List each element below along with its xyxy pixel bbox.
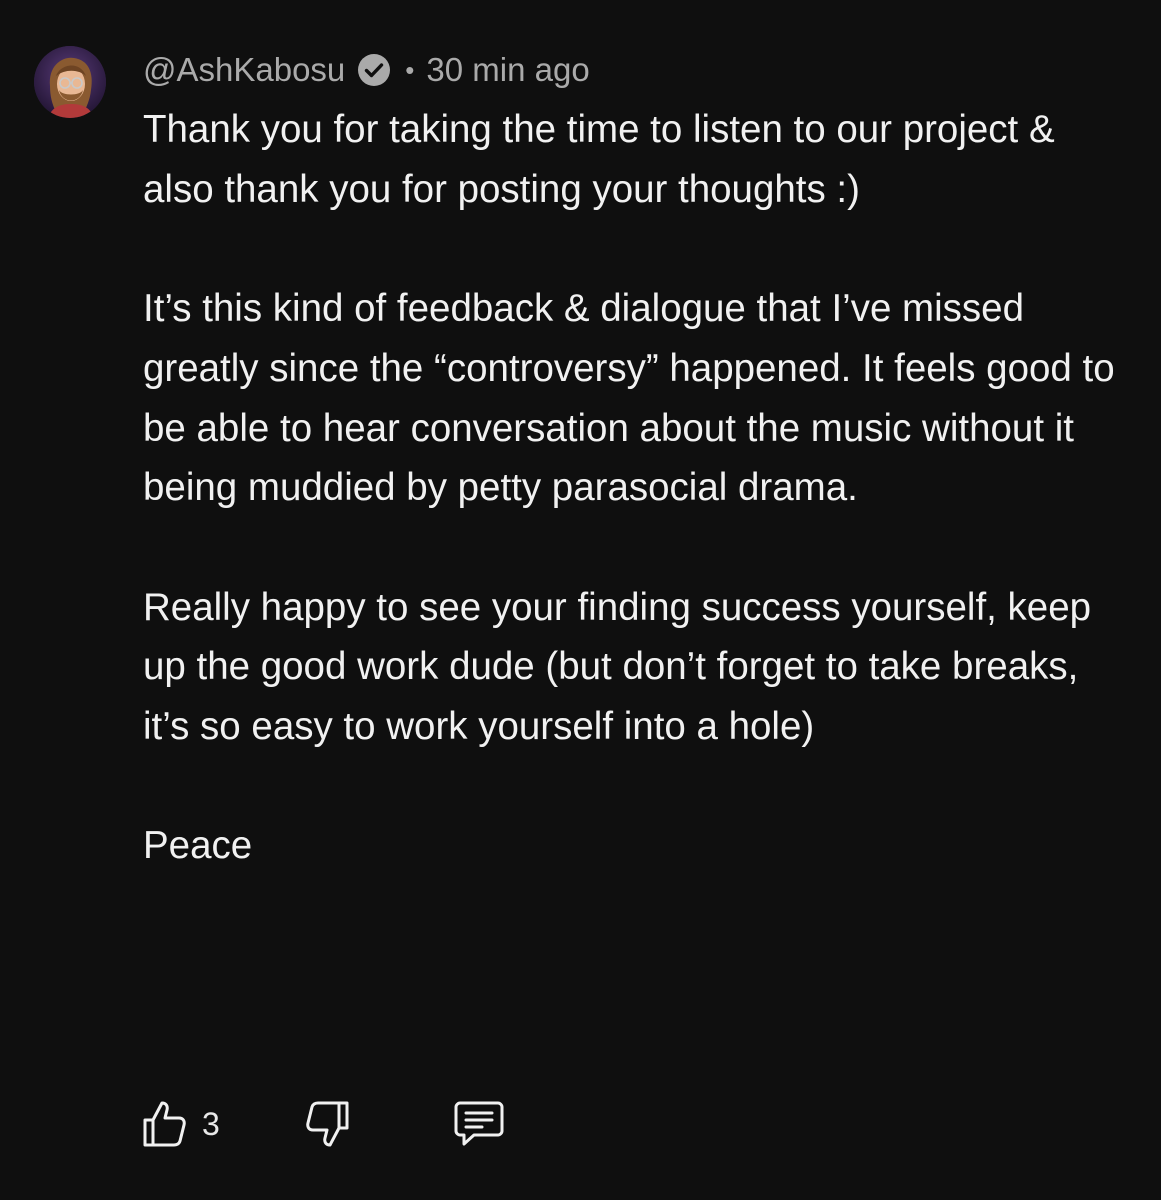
comment-card: @AshKabosu • 30 min ago Thank you for ta… xyxy=(0,0,1161,1200)
dislike-button[interactable] xyxy=(304,1098,352,1150)
comment-paragraph: Peace xyxy=(143,824,253,868)
thumbs-up-icon xyxy=(143,1101,186,1147)
like-button[interactable]: 3 xyxy=(140,1098,220,1150)
avatar[interactable] xyxy=(34,46,106,118)
author-handle[interactable]: @AshKabosu xyxy=(143,51,345,89)
thumbs-down-icon xyxy=(306,1101,349,1147)
like-count: 3 xyxy=(202,1105,220,1142)
reply-comment-icon xyxy=(454,1101,504,1146)
comment-timestamp[interactable]: 30 min ago xyxy=(426,51,589,89)
verified-check-icon xyxy=(357,53,391,87)
comment-paragraph: Thank you for taking the time to listen … xyxy=(143,108,1055,211)
avatar-icon xyxy=(34,46,106,118)
comment-actions: 3 xyxy=(140,1096,506,1152)
comment-paragraph: It’s this kind of feedback & dialogue th… xyxy=(143,287,1115,510)
comment-body: Thank you for taking the time to listen … xyxy=(143,100,1123,876)
reply-button[interactable] xyxy=(452,1099,506,1149)
comment-paragraph: Really happy to see your finding success… xyxy=(143,585,1092,748)
separator-dot: • xyxy=(405,54,415,85)
comment-header: @AshKabosu • 30 min ago xyxy=(143,48,590,92)
